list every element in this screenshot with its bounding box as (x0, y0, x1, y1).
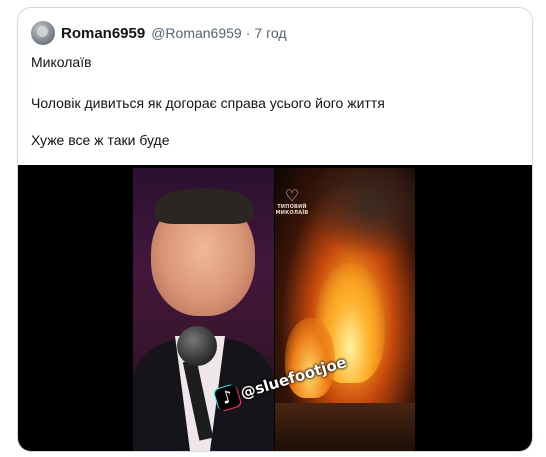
separator-dot: · (245, 25, 251, 41)
heart-icon: ♡ (284, 186, 300, 205)
smoke-shape (305, 168, 415, 258)
tweet-text-line: Миколаїв (31, 54, 92, 70)
hair-shape (155, 188, 253, 224)
tweet-text-line: Хуже все ж таки буде (31, 132, 170, 148)
man-singing-image (133, 168, 274, 451)
channel-logo-text: ТИПОВИЙ МИКОЛАЇВ (275, 204, 309, 216)
author-name[interactable]: Roman6959 (61, 25, 145, 42)
ground-shape (275, 403, 415, 451)
author-handle[interactable]: @Roman6959 (151, 25, 242, 41)
microphone-icon (177, 326, 217, 366)
tweet-text-line: Чоловік дивиться як догорає справа усьог… (31, 95, 385, 111)
avatar-image (37, 26, 48, 37)
channel-logo: ♡ ТИПОВИЙ МИКОЛАЇВ (275, 188, 309, 218)
avatar[interactable] (31, 21, 55, 45)
tweet-media[interactable]: ♡ ТИПОВИЙ МИКОЛАЇВ ♪ @sluefootjoe (18, 165, 532, 451)
tweet-card[interactable]: Roman6959 @Roman6959 · 7 год Миколаїв Чо… (17, 7, 533, 452)
tweet-timestamp[interactable]: 7 год (254, 25, 286, 41)
video-thumbnail[interactable]: ♡ ТИПОВИЙ МИКОЛАЇВ ♪ @sluefootjoe (133, 168, 415, 451)
tweet-header: Roman6959 @Roman6959 · 7 год (31, 20, 287, 46)
